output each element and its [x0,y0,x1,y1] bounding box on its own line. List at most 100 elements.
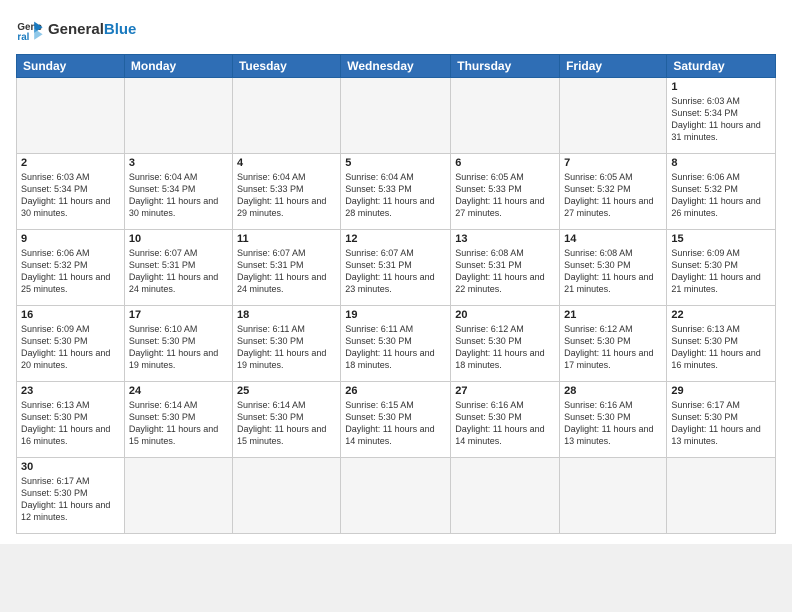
weekday-header-friday: Friday [560,55,667,78]
day-number: 12 [345,233,446,245]
day-number: 16 [21,309,120,321]
calendar-cell: 24 Sunrise: 6:14 AMSunset: 5:30 PMDayligh… [124,382,232,458]
day-number: 27 [455,385,555,397]
week-row-1: 1Sunrise: 6:03 AMSunset: 5:34 PMDaylight… [17,78,776,154]
weekday-header-row: SundayMondayTuesdayWednesdayThursdayFrid… [17,55,776,78]
week-row-5: 23Sunrise: 6:13 AMSunset: 5:30 PMDayligh… [17,382,776,458]
calendar-cell [667,458,776,534]
calendar-cell: 13 Sunrise: 6:08 AMSunset: 5:31 PMDayligh… [451,230,560,306]
cell-info: Sunrise: 6:09 AMSunset: 5:30 PMDaylight:… [21,323,120,372]
calendar-cell: 11 Sunrise: 6:07 AMSunset: 5:31 PMDayligh… [232,230,340,306]
day-number: 8 [671,157,771,169]
cell-info: Sunrise: 6:11 AMSunset: 5:30 PMDaylight:… [345,323,446,372]
calendar-cell: 28 Sunrise: 6:16 AMSunset: 5:30 PMDayligh… [560,382,667,458]
cell-info: Sunrise: 6:03 AMSunset: 5:34 PMDaylight:… [21,171,120,220]
day-number: 21 [564,309,662,321]
cell-info: Sunrise: 6:07 AMSunset: 5:31 PMDaylight:… [237,247,336,296]
calendar-cell [232,78,340,154]
calendar-cell: 16 Sunrise: 6:09 AMSunset: 5:30 PMDayligh… [17,306,125,382]
calendar-cell [341,78,451,154]
calendar-cell: 7 Sunrise: 6:05 AMSunset: 5:32 PMDaylight… [560,154,667,230]
calendar-cell: 29 Sunrise: 6:17 AMSunset: 5:30 PMDayligh… [667,382,776,458]
calendar-cell: 19Sunrise: 6:11 AMSunset: 5:30 PMDayligh… [341,306,451,382]
cell-info: Sunrise: 6:12 AMSunset: 5:30 PMDaylight:… [455,323,555,372]
day-number: 25 [237,385,336,397]
header: Gene ral GeneralBlue [16,16,776,44]
day-number: 22 [671,309,771,321]
day-number: 26 [345,385,446,397]
calendar-cell [124,78,232,154]
day-number: 18 [237,309,336,321]
week-row-2: 2Sunrise: 6:03 AMSunset: 5:34 PMDaylight… [17,154,776,230]
weekday-header-thursday: Thursday [451,55,560,78]
cell-info: Sunrise: 6:08 AMSunset: 5:30 PMDaylight:… [564,247,662,296]
week-row-4: 16 Sunrise: 6:09 AMSunset: 5:30 PMDayligh… [17,306,776,382]
cell-info: Sunrise: 6:06 AMSunset: 5:32 PMDaylight:… [21,247,120,296]
calendar-cell [451,458,560,534]
cell-info: Sunrise: 6:11 AMSunset: 5:30 PMDaylight:… [237,323,336,372]
cell-info: Sunrise: 6:03 AMSunset: 5:34 PMDaylight:… [671,95,771,144]
day-number: 4 [237,157,336,169]
cell-info: Sunrise: 6:13 AMSunset: 5:30 PMDaylight:… [671,323,771,372]
calendar-cell: 25 Sunrise: 6:14 AMSunset: 5:30 PMDayligh… [232,382,340,458]
calendar-cell: 17Sunrise: 6:10 AMSunset: 5:30 PMDayligh… [124,306,232,382]
calendar-cell: 4Sunrise: 6:04 AMSunset: 5:33 PMDaylight… [232,154,340,230]
calendar-cell [451,78,560,154]
svg-text:ral: ral [17,32,29,43]
calendar-cell [341,458,451,534]
cell-info: Sunrise: 6:06 AMSunset: 5:32 PMDaylight:… [671,171,771,220]
weekday-header-wednesday: Wednesday [341,55,451,78]
cell-info: Sunrise: 6:04 AMSunset: 5:34 PMDaylight:… [129,171,228,220]
cell-info: Sunrise: 6:12 AMSunset: 5:30 PMDaylight:… [564,323,662,372]
cell-info: Sunrise: 6:04 AMSunset: 5:33 PMDaylight:… [345,171,446,220]
calendar-cell: 15 Sunrise: 6:09 AMSunset: 5:30 PMDayligh… [667,230,776,306]
day-number: 11 [237,233,336,245]
cell-info: Sunrise: 6:05 AMSunset: 5:32 PMDaylight:… [564,171,662,220]
calendar-cell: 30Sunrise: 6:17 AMSunset: 5:30 PMDayligh… [17,458,125,534]
cell-info: Sunrise: 6:07 AMSunset: 5:31 PMDaylight:… [129,247,228,296]
day-number: 29 [671,385,771,397]
calendar-cell: 14 Sunrise: 6:08 AMSunset: 5:30 PMDayligh… [560,230,667,306]
calendar-cell: 23Sunrise: 6:13 AMSunset: 5:30 PMDayligh… [17,382,125,458]
page: Gene ral GeneralBlue SundayMondayTuesday… [0,0,792,544]
cell-info: Sunrise: 6:08 AMSunset: 5:31 PMDaylight:… [455,247,555,296]
day-number: 13 [455,233,555,245]
cell-info: Sunrise: 6:05 AMSunset: 5:33 PMDaylight:… [455,171,555,220]
week-row-3: 9 Sunrise: 6:06 AMSunset: 5:32 PMDaylight… [17,230,776,306]
weekday-header-monday: Monday [124,55,232,78]
day-number: 14 [564,233,662,245]
day-number: 7 [564,157,662,169]
logo-icon: Gene ral [16,16,44,44]
calendar-table: SundayMondayTuesdayWednesdayThursdayFrid… [16,54,776,534]
calendar-cell: 5Sunrise: 6:04 AMSunset: 5:33 PMDaylight… [341,154,451,230]
cell-info: Sunrise: 6:14 AMSunset: 5:30 PMDaylight:… [129,399,228,448]
calendar-cell [17,78,125,154]
day-number: 20 [455,309,555,321]
cell-info: Sunrise: 6:17 AMSunset: 5:30 PMDaylight:… [671,399,771,448]
calendar-cell: 12Sunrise: 6:07 AMSunset: 5:31 PMDayligh… [341,230,451,306]
calendar-cell: 20 Sunrise: 6:12 AMSunset: 5:30 PMDayligh… [451,306,560,382]
calendar-cell: 21 Sunrise: 6:12 AMSunset: 5:30 PMDayligh… [560,306,667,382]
cell-info: Sunrise: 6:16 AMSunset: 5:30 PMDaylight:… [564,399,662,448]
day-number: 3 [129,157,228,169]
calendar-cell: 18 Sunrise: 6:11 AMSunset: 5:30 PMDayligh… [232,306,340,382]
calendar-cell: 1Sunrise: 6:03 AMSunset: 5:34 PMDaylight… [667,78,776,154]
weekday-header-tuesday: Tuesday [232,55,340,78]
calendar-cell [560,458,667,534]
cell-info: Sunrise: 6:16 AMSunset: 5:30 PMDaylight:… [455,399,555,448]
cell-info: Sunrise: 6:13 AMSunset: 5:30 PMDaylight:… [21,399,120,448]
calendar-cell: 27 Sunrise: 6:16 AMSunset: 5:30 PMDayligh… [451,382,560,458]
day-number: 9 [21,233,120,245]
calendar-cell [560,78,667,154]
day-number: 6 [455,157,555,169]
week-row-6: 30Sunrise: 6:17 AMSunset: 5:30 PMDayligh… [17,458,776,534]
day-number: 30 [21,461,120,473]
cell-info: Sunrise: 6:09 AMSunset: 5:30 PMDaylight:… [671,247,771,296]
calendar-cell: 8 Sunrise: 6:06 AMSunset: 5:32 PMDaylight… [667,154,776,230]
cell-info: Sunrise: 6:14 AMSunset: 5:30 PMDaylight:… [237,399,336,448]
calendar-cell: 2Sunrise: 6:03 AMSunset: 5:34 PMDaylight… [17,154,125,230]
day-number: 15 [671,233,771,245]
day-number: 24 [129,385,228,397]
day-number: 28 [564,385,662,397]
weekday-header-saturday: Saturday [667,55,776,78]
